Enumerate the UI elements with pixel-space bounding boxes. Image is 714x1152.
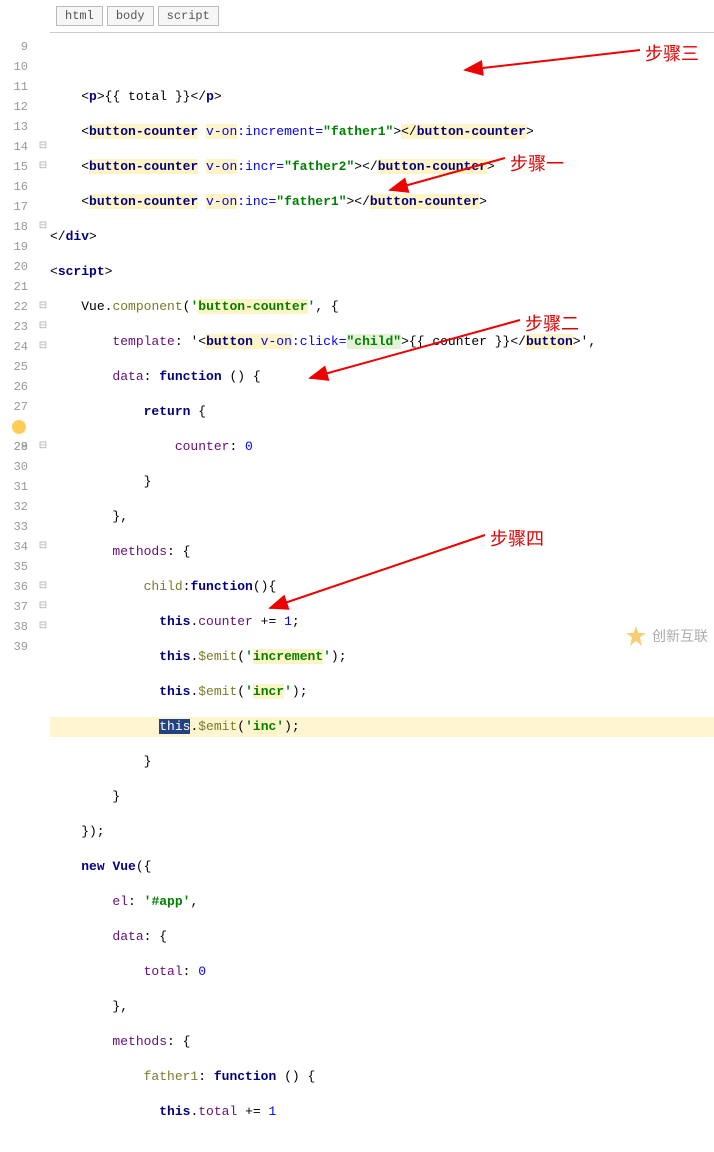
line-33: el: '#app', <box>50 892 714 912</box>
crumb-body[interactable]: body <box>107 6 154 26</box>
line-31: }); <box>50 822 714 842</box>
fold-column: ⊟⊟ ⊟⊟⊟⊟ ⊟ ⊟⊟⊟⊟ <box>36 33 50 653</box>
line-12: <button-counter v-on:incr="father2"></bu… <box>50 157 714 177</box>
line-9 <box>50 52 714 72</box>
line-28: this.$emit('inc'); <box>50 717 714 737</box>
crumb-html[interactable]: html <box>56 6 103 26</box>
editor: 9101112131415 16171819202122 2324252627 … <box>0 33 714 653</box>
line-18: data: function () { <box>50 367 714 387</box>
code-area[interactable]: <p>{{ total }}</p> <button-counter v-on:… <box>50 33 714 653</box>
line-16: Vue.component('button-counter', { <box>50 297 714 317</box>
line-21: } <box>50 472 714 492</box>
line-30: } <box>50 787 714 807</box>
line-25: this.counter += 1; <box>50 612 714 632</box>
gutter: 9101112131415 16171819202122 2324252627 … <box>0 33 36 653</box>
line-38: father1: function () { <box>50 1067 714 1087</box>
line-27: this.$emit('incr'); <box>50 682 714 702</box>
crumb-script[interactable]: script <box>158 6 219 26</box>
line-13: <button-counter v-on:inc="father1"></but… <box>50 192 714 212</box>
line-26: this.$emit('increment'); <box>50 647 714 667</box>
line-22: }, <box>50 507 714 527</box>
ann-step3: 步骤三 <box>645 40 699 66</box>
line-20: counter: 0 <box>50 437 714 457</box>
line-11: <button-counter v-on:increment="father1"… <box>50 122 714 142</box>
line-35: total: 0 <box>50 962 714 982</box>
line-29: } <box>50 752 714 772</box>
bulb-icon[interactable] <box>12 420 26 434</box>
line-37: methods: { <box>50 1032 714 1052</box>
line-15: <script> <box>50 262 714 282</box>
line-17: template: '<button v-on:click="child">{{… <box>50 332 714 352</box>
line-36: }, <box>50 997 714 1017</box>
watermark-text: 创新互联 <box>652 626 708 646</box>
line-19: return { <box>50 402 714 422</box>
watermark-icon <box>626 626 646 646</box>
line-32: new Vue({ <box>50 857 714 877</box>
line-39: this.total += 1 <box>50 1102 714 1122</box>
ann-step1: 步骤一 <box>510 150 564 176</box>
ann-step4: 步骤四 <box>490 525 544 551</box>
line-23: methods: { <box>50 542 714 562</box>
line-10: <p>{{ total }}</p> <box>50 87 714 107</box>
line-24: child:function(){ <box>50 577 714 597</box>
watermark: 创新互联 <box>626 626 708 646</box>
ann-step2: 步骤二 <box>525 310 579 336</box>
line-14: </div> <box>50 227 714 247</box>
breadcrumb: html body script <box>50 0 714 33</box>
line-34: data: { <box>50 927 714 947</box>
